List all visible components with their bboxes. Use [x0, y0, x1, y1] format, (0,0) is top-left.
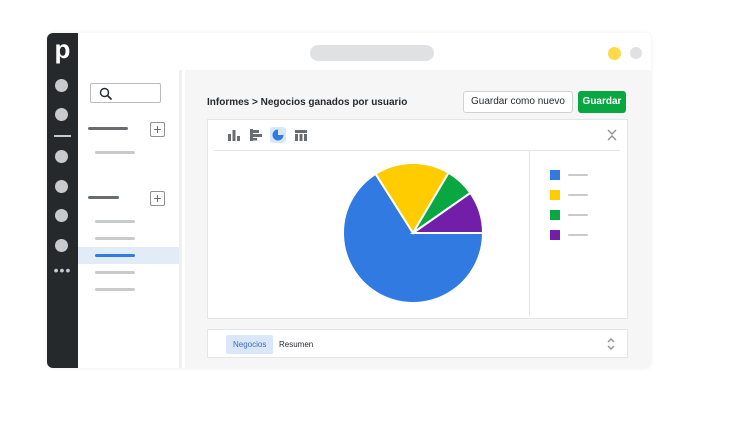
nav-rail: p •••: [47, 33, 78, 368]
pie-chart: [342, 162, 485, 304]
add-report-button-2[interactable]: +: [150, 191, 165, 206]
report-item-4-active[interactable]: [95, 254, 135, 257]
pie-chart-icon[interactable]: [270, 127, 286, 143]
add-report-button-1[interactable]: +: [150, 122, 165, 137]
breadcrumb: Informes > Negocios ganados por usuario: [207, 97, 408, 108]
bar-chart-icon[interactable]: [226, 127, 242, 143]
collapse-icon[interactable]: [606, 128, 618, 142]
legend-label-placeholder: [568, 174, 588, 176]
nav-item-1[interactable]: [55, 79, 68, 92]
legend-label-placeholder: [568, 194, 588, 196]
table-icon[interactable]: [293, 127, 309, 143]
report-item-6[interactable]: [95, 288, 135, 291]
legend-label-placeholder: [568, 234, 588, 236]
nav-active-indicator: [54, 135, 71, 137]
tab-resumen[interactable]: Resumen: [272, 335, 320, 354]
report-item-3[interactable]: [95, 237, 135, 240]
legend-label-placeholder: [568, 214, 588, 216]
chart-card: [207, 119, 628, 319]
more-icon[interactable]: •••: [52, 263, 73, 279]
nav-item-3[interactable]: [55, 150, 68, 163]
group-heading-2: [88, 196, 119, 199]
group-heading-1: [88, 127, 128, 130]
search-icon: [99, 87, 113, 101]
legend-swatch: [550, 170, 560, 180]
pipedrive-logo[interactable]: p: [47, 33, 78, 67]
report-item-2[interactable]: [95, 220, 135, 223]
report-item-1[interactable]: [95, 151, 135, 154]
legend-divider: [529, 151, 530, 316]
nav-item-5[interactable]: [55, 209, 68, 222]
report-item-5[interactable]: [95, 271, 135, 274]
tab-negocios[interactable]: Negocios: [226, 335, 274, 354]
window-dot-gray[interactable]: [630, 47, 642, 59]
legend-swatch: [550, 210, 560, 220]
data-tabs-bar: Negocios Resumen: [207, 329, 628, 358]
reports-side-panel: + +: [78, 70, 182, 368]
title-bar: [78, 33, 651, 70]
legend-swatch: [550, 190, 560, 200]
search-input[interactable]: [90, 83, 161, 103]
nav-item-2[interactable]: [55, 108, 68, 121]
address-bar[interactable]: [310, 45, 434, 61]
window-dot-yellow[interactable]: [608, 47, 621, 60]
legend-swatch: [550, 230, 560, 240]
nav-item-4[interactable]: [55, 180, 68, 193]
save-as-new-button[interactable]: Guardar como nuevo: [463, 91, 573, 113]
nav-item-6[interactable]: [55, 239, 68, 252]
save-button[interactable]: Guardar: [578, 91, 626, 113]
toolbar-divider: [214, 150, 620, 151]
horizontal-bar-chart-icon[interactable]: [248, 127, 264, 143]
expand-icon[interactable]: [606, 337, 616, 351]
